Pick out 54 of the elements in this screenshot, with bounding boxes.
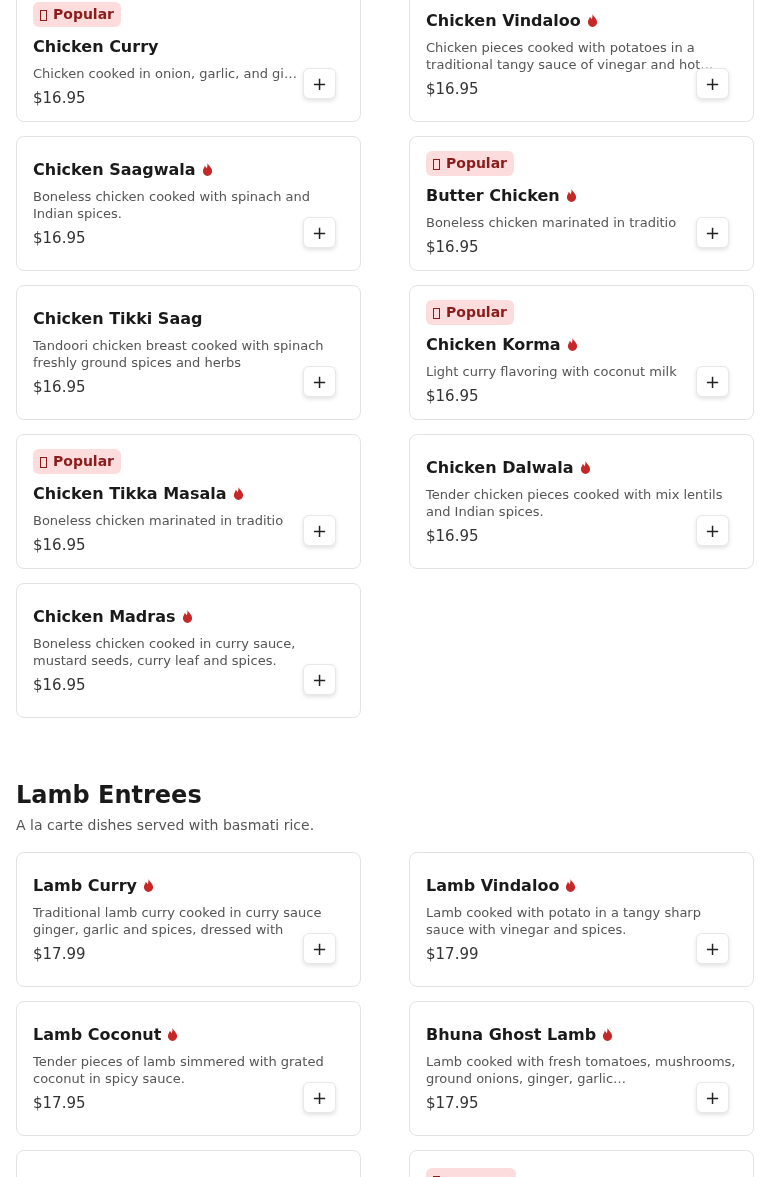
dish-price: $17.99 xyxy=(33,943,86,964)
dish-price: $17.95 xyxy=(33,1092,86,1113)
section-subtitle: A la carte dishes served with basmati rice. xyxy=(16,816,316,834)
dish-description: Chicken cooked in onion, garlic, and gi… xyxy=(33,64,298,82)
dish-name: Chicken Dalwala xyxy=(426,457,574,478)
dish-name: Chicken Vindaloo xyxy=(426,10,581,31)
add-button[interactable]: + xyxy=(303,217,336,248)
add-button[interactable]: + xyxy=(303,515,336,546)
add-button[interactable]: + xyxy=(696,933,729,964)
dish-description: Boneless chicken marinated in traditio xyxy=(426,213,678,231)
dish-description: Boneless chicken cooked in curry sauce, mustard seeds, curry leaf and spices. xyxy=(33,634,297,669)
add-button[interactable]: + xyxy=(696,68,729,99)
add-button[interactable]: + xyxy=(696,217,729,248)
dish-price: $16.95 xyxy=(33,87,86,108)
dish-name: Lamb Coconut xyxy=(33,1024,162,1045)
dish-price: $16.95 xyxy=(426,78,479,99)
dish-name: Lamb Vindaloo xyxy=(426,875,560,896)
dish-name: Chicken Curry xyxy=(33,36,159,57)
popular-badge: Popular xyxy=(426,150,515,176)
dish-price: $17.95 xyxy=(426,1092,479,1113)
dish-description: Light curry flavoring with coconut milk xyxy=(426,362,678,380)
popular-badge: Popular xyxy=(33,1,122,27)
add-button[interactable]: + xyxy=(303,664,336,695)
add-button[interactable]: + xyxy=(696,366,729,397)
add-button[interactable]: + xyxy=(303,933,336,964)
dish-price: $16.95 xyxy=(33,376,86,397)
add-button[interactable]: + xyxy=(303,366,336,397)
dish-price: $16.95 xyxy=(33,227,86,248)
dish-name: Lamb Curry xyxy=(33,875,138,896)
dish-price: $16.95 xyxy=(33,534,86,555)
missing-glyph-icon xyxy=(433,307,440,319)
dish-price: $16.95 xyxy=(426,236,479,257)
dish-price: $16.95 xyxy=(426,385,479,406)
add-button[interactable]: + xyxy=(303,1082,336,1113)
section-heading: Lamb Entrees xyxy=(16,780,203,810)
dish-description: Boneless chicken marinated in traditio xyxy=(33,511,285,529)
dish-name: Chicken Korma xyxy=(426,334,561,355)
dish-price: $16.95 xyxy=(426,525,479,546)
popular-badge: Popular xyxy=(33,448,122,474)
dish-price: $16.95 xyxy=(33,674,86,695)
add-button[interactable]: + xyxy=(696,515,729,546)
dish-price: $17.99 xyxy=(426,943,479,964)
missing-glyph-icon xyxy=(433,158,440,170)
missing-glyph-icon xyxy=(40,9,47,21)
add-button[interactable]: + xyxy=(696,1082,729,1113)
dish-name: Butter Chicken xyxy=(426,185,560,206)
add-button[interactable]: + xyxy=(303,68,336,99)
popular-badge: Popular xyxy=(426,299,515,325)
dish-name: Chicken Tikka Masala xyxy=(33,483,227,504)
dish-name: Chicken Tikki Saag xyxy=(33,308,203,329)
dish-name: Chicken Madras xyxy=(33,606,176,627)
missing-glyph-icon xyxy=(40,456,47,468)
dish-name: Bhuna Ghost Lamb xyxy=(426,1024,597,1045)
dish-name: Chicken Saagwala xyxy=(33,159,196,180)
